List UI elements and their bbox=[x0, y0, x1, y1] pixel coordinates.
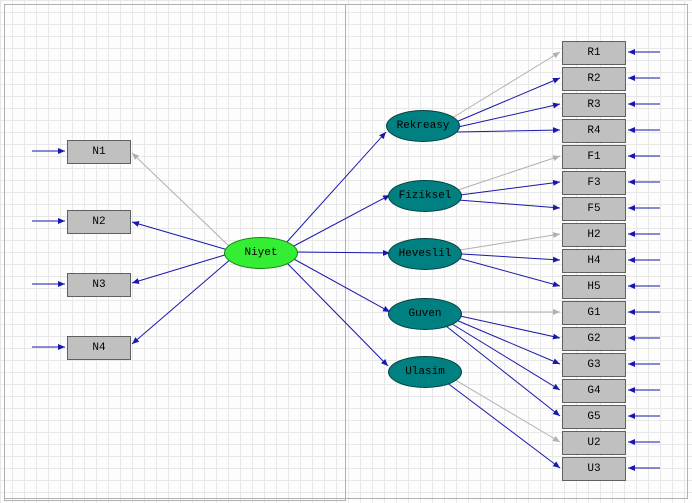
indicator-label: H4 bbox=[587, 255, 600, 267]
indicator-label: N1 bbox=[92, 146, 105, 158]
indicator-label: F3 bbox=[587, 177, 600, 189]
latent-label: Ulasim bbox=[405, 366, 445, 378]
indicator-label: F5 bbox=[587, 203, 600, 215]
latent-guven: Guven bbox=[388, 298, 462, 330]
latent-heveslil: Heveslil bbox=[388, 238, 462, 270]
indicator-r4: R4 bbox=[562, 119, 626, 143]
indicator-r1: R1 bbox=[562, 41, 626, 65]
latent-fiziksel: Fiziksel bbox=[388, 180, 462, 212]
latent-rekreasy: Rekreasy bbox=[386, 110, 460, 142]
indicator-label: H2 bbox=[587, 229, 600, 241]
latent-ulasim: Ulasim bbox=[388, 356, 462, 388]
indicator-label: R3 bbox=[587, 99, 600, 111]
indicator-f5: F5 bbox=[562, 197, 626, 221]
indicator-label: G4 bbox=[587, 385, 600, 397]
indicator-n2: N2 bbox=[67, 210, 131, 234]
indicator-n1: N1 bbox=[67, 140, 131, 164]
indicator-label: G3 bbox=[587, 359, 600, 371]
latent-niyet: Niyet bbox=[224, 237, 298, 269]
indicator-label: U3 bbox=[587, 463, 600, 475]
indicator-u3: U3 bbox=[562, 457, 626, 481]
indicator-g5: G5 bbox=[562, 405, 626, 429]
indicator-f1: F1 bbox=[562, 145, 626, 169]
indicator-label: R4 bbox=[587, 125, 600, 137]
indicator-h5: H5 bbox=[562, 275, 626, 299]
indicator-label: G1 bbox=[587, 307, 600, 319]
indicator-u2: U2 bbox=[562, 431, 626, 455]
indicator-label: U2 bbox=[587, 437, 600, 449]
indicator-label: G2 bbox=[587, 333, 600, 345]
indicator-g4: G4 bbox=[562, 379, 626, 403]
diagram-canvas: N1 N2 N3 N4 Niyet Rekreasy Fiziksel Heve… bbox=[0, 0, 692, 503]
latent-label: Rekreasy bbox=[397, 120, 450, 132]
indicator-n3: N3 bbox=[67, 273, 131, 297]
latent-label: Niyet bbox=[244, 247, 277, 259]
indicator-label: N2 bbox=[92, 216, 105, 228]
indicator-f3: F3 bbox=[562, 171, 626, 195]
indicator-h4: H4 bbox=[562, 249, 626, 273]
indicator-label: R1 bbox=[587, 47, 600, 59]
indicator-label: N3 bbox=[92, 279, 105, 291]
indicator-r3: R3 bbox=[562, 93, 626, 117]
indicator-r2: R2 bbox=[562, 67, 626, 91]
indicator-label: G5 bbox=[587, 411, 600, 423]
indicator-label: F1 bbox=[587, 151, 600, 163]
latent-label: Fiziksel bbox=[399, 190, 452, 202]
latent-label: Guven bbox=[408, 308, 441, 320]
latent-label: Heveslil bbox=[399, 248, 452, 260]
indicator-h2: H2 bbox=[562, 223, 626, 247]
indicator-g3: G3 bbox=[562, 353, 626, 377]
indicator-g1: G1 bbox=[562, 301, 626, 325]
indicator-label: H5 bbox=[587, 281, 600, 293]
indicator-g2: G2 bbox=[562, 327, 626, 351]
indicator-label: R2 bbox=[587, 73, 600, 85]
indicator-label: N4 bbox=[92, 342, 105, 354]
indicator-n4: N4 bbox=[67, 336, 131, 360]
